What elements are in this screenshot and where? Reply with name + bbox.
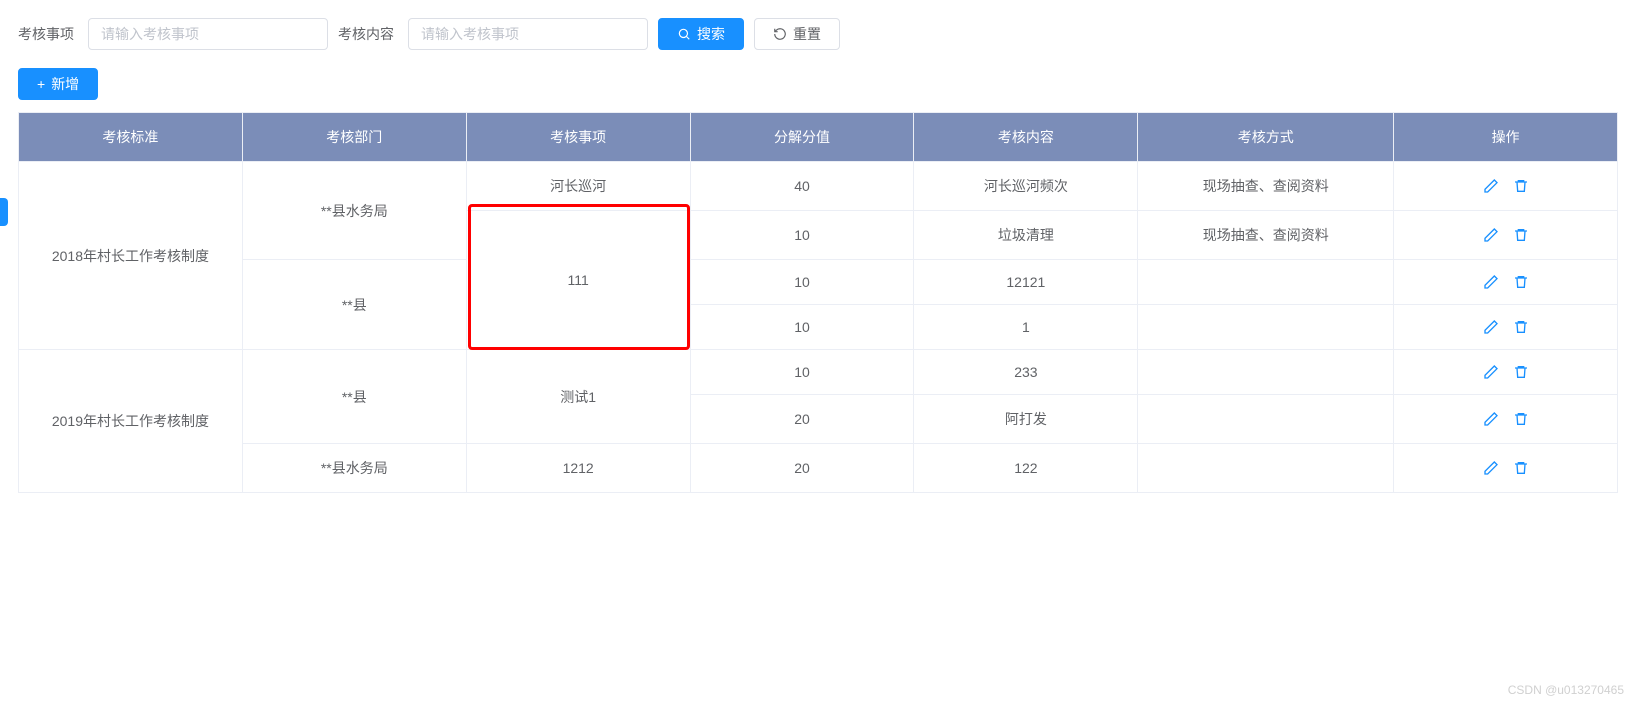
col-header-action: 操作 <box>1394 113 1618 162</box>
table-wrap: 考核标准 考核部门 考核事项 分解分值 考核内容 考核方式 操作 2018年村长… <box>18 112 1618 493</box>
cell-method: 现场抽查、查阅资料 <box>1138 162 1394 211</box>
edit-icon[interactable] <box>1483 364 1499 380</box>
cell-standard: 2019年村长工作考核制度 <box>19 350 243 493</box>
table-row: 2018年村长工作考核制度 **县水务局 河长巡河 40 河长巡河频次 现场抽查… <box>19 162 1618 211</box>
delete-icon[interactable] <box>1513 411 1529 427</box>
delete-icon[interactable] <box>1513 274 1529 290</box>
add-bar: + 新增 <box>18 68 1618 100</box>
reset-button-label: 重置 <box>793 24 821 44</box>
table-row: 2019年村长工作考核制度 **县 测试1 10 233 <box>19 350 1618 395</box>
cell-dept: **县 <box>242 260 466 350</box>
edit-icon[interactable] <box>1483 274 1499 290</box>
cell-action <box>1394 350 1618 395</box>
cell-content: 12121 <box>914 260 1138 305</box>
search-button[interactable]: 搜索 <box>658 18 744 50</box>
watermark: CSDN @u013270465 <box>1508 683 1624 697</box>
cell-action <box>1394 305 1618 350</box>
add-button-label: 新增 <box>51 74 79 94</box>
cell-method <box>1138 444 1394 493</box>
cell-score: 40 <box>690 162 914 211</box>
cell-dept: **县水务局 <box>242 444 466 493</box>
cell-item: 河长巡河 <box>466 162 690 211</box>
search-button-label: 搜索 <box>697 24 725 44</box>
cell-score: 10 <box>690 350 914 395</box>
cell-method <box>1138 395 1394 444</box>
edit-icon[interactable] <box>1483 319 1499 335</box>
col-header-method: 考核方式 <box>1138 113 1394 162</box>
cell-item: 1212 <box>466 444 690 493</box>
filter-bar: 考核事项 考核内容 搜索 重置 <box>18 18 1618 50</box>
delete-icon[interactable] <box>1513 460 1529 476</box>
cell-content: 阿打发 <box>914 395 1138 444</box>
cell-score: 20 <box>690 395 914 444</box>
search-icon <box>677 27 691 41</box>
delete-icon[interactable] <box>1513 178 1529 194</box>
cell-score: 10 <box>690 305 914 350</box>
col-header-standard: 考核标准 <box>19 113 243 162</box>
cell-content: 1 <box>914 305 1138 350</box>
cell-action <box>1394 211 1618 260</box>
cell-method <box>1138 260 1394 305</box>
cell-method <box>1138 350 1394 395</box>
delete-icon[interactable] <box>1513 227 1529 243</box>
table-row: **县水务局 1212 20 122 <box>19 444 1618 493</box>
filter-label-item: 考核事项 <box>18 24 74 44</box>
cell-method <box>1138 305 1394 350</box>
side-tab[interactable] <box>0 198 8 226</box>
cell-content: 河长巡河频次 <box>914 162 1138 211</box>
col-header-item: 考核事项 <box>466 113 690 162</box>
table-header-row: 考核标准 考核部门 考核事项 分解分值 考核内容 考核方式 操作 <box>19 113 1618 162</box>
item-input[interactable] <box>88 18 328 50</box>
refresh-icon <box>773 27 787 41</box>
edit-icon[interactable] <box>1483 460 1499 476</box>
cell-action <box>1394 260 1618 305</box>
cell-content: 垃圾清理 <box>914 211 1138 260</box>
delete-icon[interactable] <box>1513 319 1529 335</box>
table-row: **县 10 12121 <box>19 260 1618 305</box>
cell-item: 测试1 <box>466 350 690 444</box>
col-header-content: 考核内容 <box>914 113 1138 162</box>
cell-action <box>1394 395 1618 444</box>
cell-action <box>1394 162 1618 211</box>
data-table: 考核标准 考核部门 考核事项 分解分值 考核内容 考核方式 操作 2018年村长… <box>18 112 1618 493</box>
cell-score: 10 <box>690 260 914 305</box>
plus-icon: + <box>37 76 45 92</box>
cell-item: 111 <box>466 211 690 350</box>
content-input[interactable] <box>408 18 648 50</box>
cell-score: 20 <box>690 444 914 493</box>
cell-dept: **县水务局 <box>242 162 466 260</box>
cell-content: 122 <box>914 444 1138 493</box>
cell-method: 现场抽查、查阅资料 <box>1138 211 1394 260</box>
cell-dept: **县 <box>242 350 466 444</box>
cell-content: 233 <box>914 350 1138 395</box>
cell-score: 10 <box>690 211 914 260</box>
edit-icon[interactable] <box>1483 178 1499 194</box>
col-header-dept: 考核部门 <box>242 113 466 162</box>
add-button[interactable]: + 新增 <box>18 68 98 100</box>
edit-icon[interactable] <box>1483 411 1499 427</box>
delete-icon[interactable] <box>1513 364 1529 380</box>
filter-label-content: 考核内容 <box>338 24 394 44</box>
col-header-score: 分解分值 <box>690 113 914 162</box>
cell-standard: 2018年村长工作考核制度 <box>19 162 243 350</box>
cell-action <box>1394 444 1618 493</box>
edit-icon[interactable] <box>1483 227 1499 243</box>
reset-button[interactable]: 重置 <box>754 18 840 50</box>
